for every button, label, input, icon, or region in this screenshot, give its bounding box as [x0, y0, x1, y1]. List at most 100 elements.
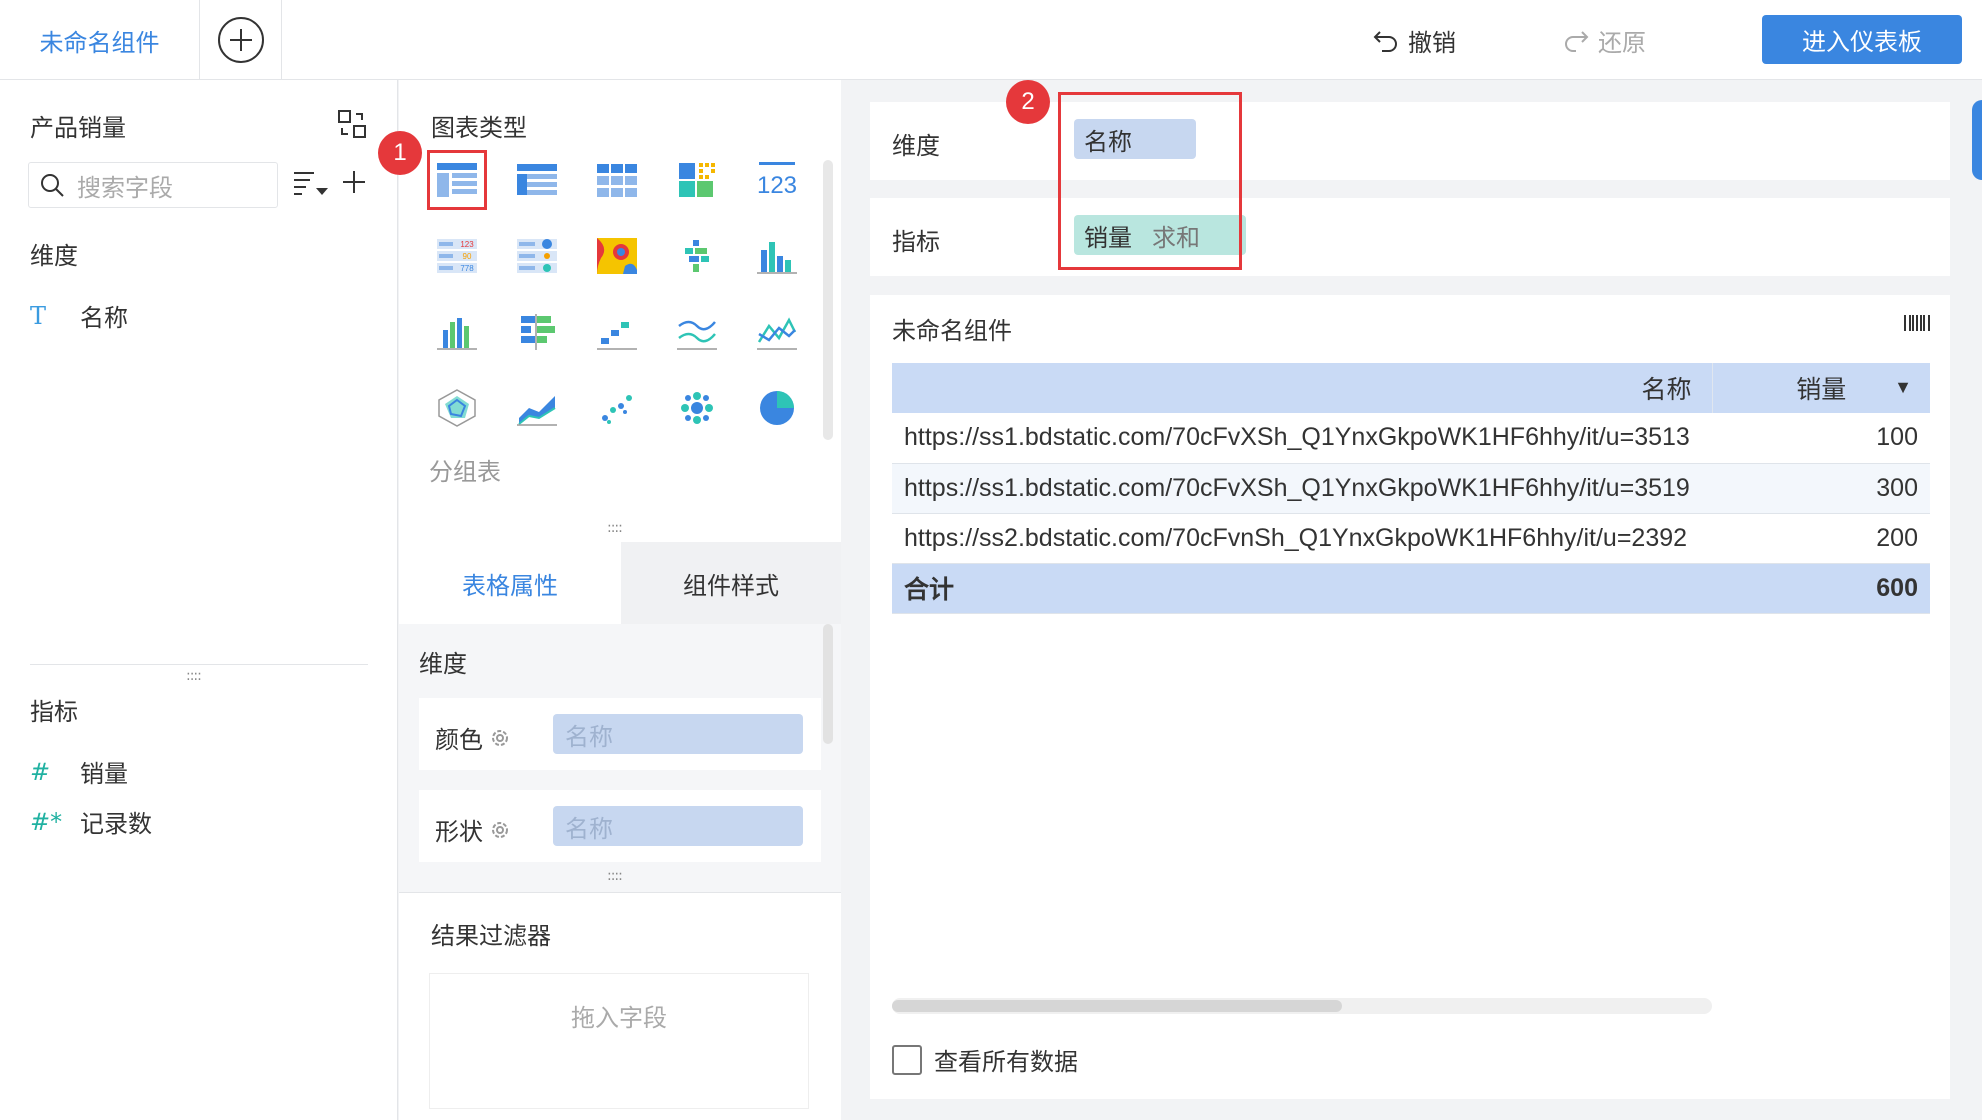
svg-text:123: 123 [460, 240, 474, 249]
table-row: https://ss2.bdstatic.com/70cFvnSh_Q1YnxG… [892, 513, 1930, 564]
widget-title: 未命名组件 [892, 317, 1012, 345]
chart-type-area[interactable] [507, 378, 567, 438]
dataset-title: 产品销量 [30, 114, 126, 142]
chart-type-color-table[interactable] [667, 150, 727, 210]
text-type-icon: T [30, 301, 47, 330]
cell-sales: 200 [1712, 513, 1930, 564]
section-divider [30, 664, 368, 665]
redo-button[interactable]: 还原 [1562, 20, 1646, 60]
total-value: 600 [1712, 563, 1930, 614]
detail-table-icon [517, 164, 557, 195]
shape-property-label: 形状 [435, 818, 483, 846]
chart-type-grouped-table[interactable] [427, 150, 487, 210]
gear-icon[interactable] [489, 819, 511, 841]
chart-type-kpi-number[interactable]: 123 [747, 150, 807, 210]
tab-table-properties[interactable]: 表格属性 [399, 542, 621, 624]
tab-unnamed-widget[interactable]: 未命名组件 [0, 0, 200, 80]
gear-icon[interactable] [489, 727, 511, 749]
table-row: https://ss1.bdstatic.com/70cFvXSh_Q1YnxG… [892, 463, 1930, 514]
chart-type-line-area[interactable] [747, 302, 807, 362]
chart-type-scrollbar[interactable] [823, 160, 833, 440]
svg-text:90: 90 [463, 252, 472, 261]
switch-dataset-icon[interactable] [336, 108, 368, 140]
pie-chart-icon [760, 391, 794, 425]
scrollbar-thumb[interactable] [892, 1000, 1342, 1012]
column-header-sales[interactable]: 销量 ▼ [1712, 363, 1930, 413]
filter-drop-zone[interactable]: 拖入字段 [429, 973, 809, 1109]
chart-type-kpi-indicator[interactable]: 123 90 778 [427, 226, 487, 286]
custom-bar-icon [685, 240, 709, 272]
horizontal-scrollbar[interactable] [892, 998, 1712, 1014]
sort-filter-icon[interactable] [292, 168, 332, 200]
add-field-icon[interactable] [340, 168, 368, 196]
chart-type-line[interactable] [667, 302, 727, 362]
color-property-label-wrap: 颜色 [435, 720, 511, 755]
measure-field-name: 记录数 [80, 810, 152, 838]
plus-circle-icon [217, 17, 264, 63]
chart-type-dot-table[interactable] [507, 226, 567, 286]
chart-type-column[interactable] [747, 226, 807, 286]
step-badge-1: 1 [378, 131, 422, 175]
column-header-name[interactable]: 名称 [892, 363, 1713, 413]
shape-property-label-wrap: 形状 [435, 812, 511, 847]
collapse-handle[interactable] [1972, 100, 1982, 180]
shape-field-drop[interactable]: 名称 [553, 806, 803, 846]
number-type-icon: #* [30, 807, 63, 836]
svg-text:123: 123 [757, 172, 797, 199]
add-tab-button[interactable] [200, 0, 282, 80]
color-field-drop[interactable]: 名称 [553, 714, 803, 754]
top-bar: 未命名组件 撤销 还原 进入仪表板 [0, 0, 1982, 80]
cell-sales: 300 [1712, 463, 1930, 514]
number-type-icon: # [30, 757, 51, 786]
cell-name: https://ss1.bdstatic.com/70cFvXSh_Q1YnxG… [892, 463, 1712, 514]
filter-divider [399, 892, 841, 893]
chart-type-pie[interactable] [747, 378, 807, 438]
measure-section-label: 指标 [30, 698, 78, 726]
kpi-indicator-icon: 123 90 778 [437, 239, 477, 273]
resize-grip[interactable]: :::: [607, 520, 623, 536]
chart-type-step[interactable] [587, 302, 647, 362]
preview-area: 维度 名称 指标 销量 求和 2 未命名组件 名称 销量 ▼ https://s… [842, 80, 1982, 1120]
color-table-icon [679, 163, 715, 197]
radar-chart-icon [438, 389, 476, 427]
area-chart-icon [517, 396, 557, 426]
chart-type-custom-bar[interactable] [667, 226, 727, 286]
tab-widget-style[interactable]: 组件样式 [621, 542, 841, 624]
table-properties-area: 维度 颜色 名称 形状 名称 [399, 624, 841, 892]
svg-text:778: 778 [460, 264, 474, 273]
measure-drop-row: 指标 销量 求和 [870, 198, 1950, 276]
dimension-field-item[interactable]: T 名称 [30, 298, 128, 333]
chart-type-heatmap[interactable] [587, 226, 647, 286]
chart-type-detail-table[interactable] [507, 150, 567, 210]
measure-field-item[interactable]: # 销量 [30, 754, 128, 789]
cell-name: https://ss1.bdstatic.com/70cFvXSh_Q1YnxG… [892, 413, 1712, 464]
undo-icon [1373, 31, 1397, 52]
chart-type-cross-table[interactable] [587, 150, 647, 210]
chart-type-scatter[interactable] [587, 378, 647, 438]
sort-desc-icon[interactable]: ▼ [1894, 377, 1912, 398]
step-badge-2: 2 [1006, 80, 1050, 124]
props-scrollbar[interactable] [823, 624, 833, 744]
chart-config-panel: 图表类型 123 123 90 778 分组表:::: 表格属性 组件样式 维… [399, 80, 841, 1120]
chart-type-title: 图表类型 [431, 114, 527, 142]
dimension-row-label: 维度 [892, 132, 940, 160]
highlight-box-fields [1058, 92, 1242, 270]
chart-type-radar[interactable] [427, 378, 487, 438]
barcode-icon[interactable] [1902, 311, 1932, 335]
measure-row-label: 指标 [892, 228, 940, 256]
props-dimension-label: 维度 [419, 650, 467, 678]
measure-field-item[interactable]: #* 记录数 [30, 804, 152, 839]
resize-grip[interactable]: :::: [607, 868, 623, 884]
view-all-data-checkbox[interactable]: 查看所有数据 [892, 1042, 1078, 1077]
chart-type-bar[interactable] [507, 302, 567, 362]
chart-type-column-grouped[interactable] [427, 302, 487, 362]
field-search-input[interactable]: 搜索字段 [28, 162, 278, 208]
kpi-number-icon: 123 [757, 162, 797, 199]
chart-type-bubble[interactable] [667, 378, 727, 438]
resize-grip[interactable]: :::: [186, 668, 202, 684]
column-header-sales-label: 销量 [1796, 376, 1847, 404]
checkbox-box[interactable] [892, 1044, 922, 1075]
enter-dashboard-button[interactable]: 进入仪表板 [1762, 15, 1962, 64]
undo-button[interactable]: 撤销 [1372, 20, 1456, 60]
search-placeholder: 搜索字段 [77, 173, 173, 202]
